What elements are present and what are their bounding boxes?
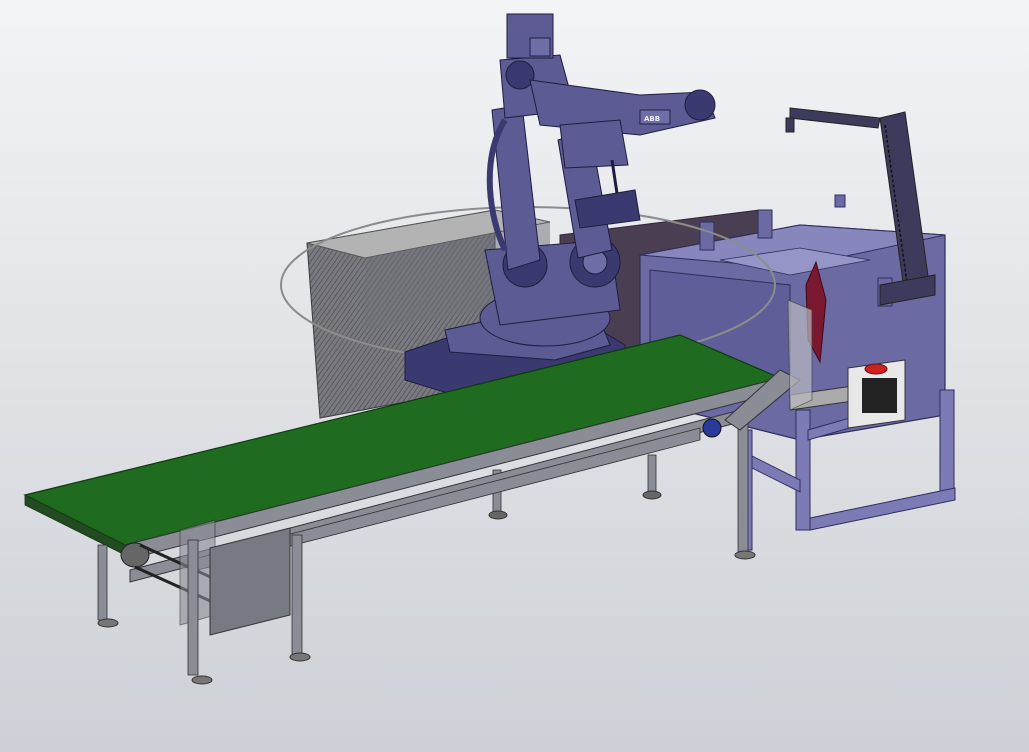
control-panel (847, 359, 906, 429)
cad-viewport[interactable]: ABB (0, 0, 1029, 752)
robot-brand-label: ABB (644, 115, 660, 123)
emergency-stop-button[interactable] (864, 363, 888, 375)
